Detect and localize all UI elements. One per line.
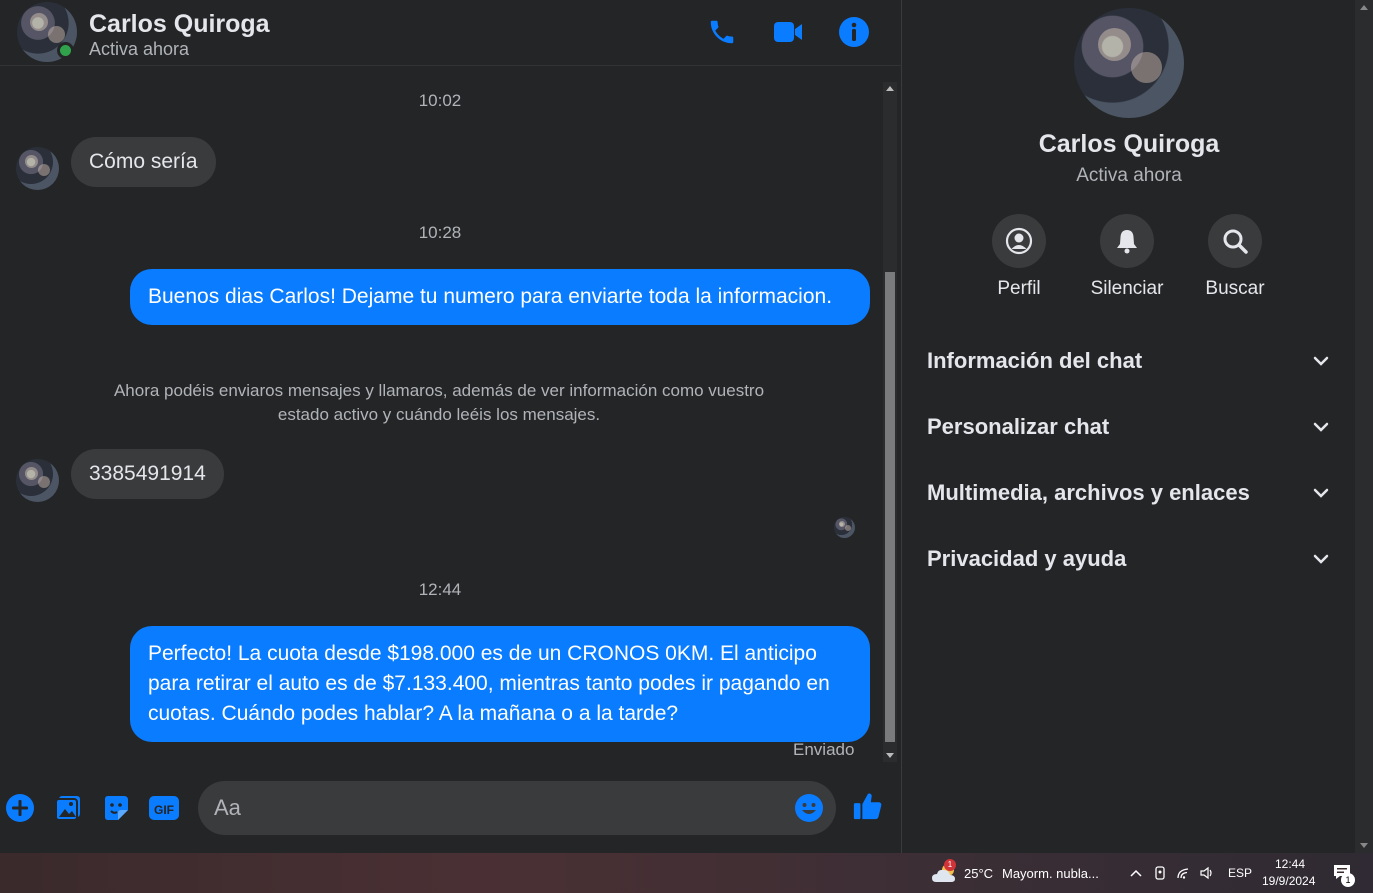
sent-status: Enviado (793, 740, 855, 759)
profile-status: Activa ahora (1076, 165, 1182, 186)
section-customize-chat[interactable]: Personalizar chat (927, 407, 1331, 447)
outgoing-message[interactable]: Buenos dias Carlos! Dejame tu numero par… (130, 269, 870, 325)
scroll-down-arrow[interactable] (886, 753, 894, 758)
add-icon[interactable] (4, 792, 36, 824)
chat-header: Carlos Quiroga Activa ahora (0, 0, 902, 66)
wifi-icon[interactable] (1176, 865, 1192, 881)
profile-avatar[interactable] (1074, 8, 1184, 118)
timestamp: 10:02 (418, 91, 462, 110)
window-scrollbar[interactable] (1355, 0, 1373, 853)
bell-icon[interactable] (1100, 214, 1154, 268)
section-chat-info[interactable]: Información del chat (927, 341, 1331, 381)
photo-icon[interactable] (52, 792, 84, 824)
sender-avatar (16, 147, 59, 190)
search-action-label: Buscar (1205, 278, 1265, 299)
conversation-details-panel: Carlos Quiroga Activa ahora Perfil Silen… (903, 0, 1355, 853)
profile-name: Carlos Quiroga (1038, 130, 1220, 158)
volume-icon[interactable] (1199, 865, 1215, 881)
messenger-window: Carlos Quiroga Activa ahora 10:02 Cómo s… (0, 0, 1373, 853)
mute-action-label: Silenciar (1090, 278, 1164, 299)
chevron-down-icon (1313, 422, 1329, 432)
message-input[interactable] (214, 781, 774, 835)
message-list: 10:02 Cómo sería 10:28 Buenos dias Carlo… (0, 80, 880, 765)
incoming-message[interactable]: Cómo sería (71, 137, 216, 187)
weather-badge: 1 (944, 859, 956, 871)
clock-date[interactable]: 19/9/2024 (1262, 874, 1315, 888)
window-scroll-up-arrow[interactable] (1360, 5, 1368, 10)
window-scroll-down-arrow[interactable] (1360, 843, 1368, 848)
timestamp: 12:44 (418, 580, 462, 599)
chevron-down-icon (1313, 554, 1329, 564)
section-label: Privacidad y ayuda (927, 546, 1127, 571)
scroll-up-arrow[interactable] (886, 86, 894, 91)
chat-scrollbar[interactable] (883, 82, 897, 762)
incoming-message[interactable]: 3385491914 (71, 449, 224, 499)
profile-action-label: Perfil (997, 278, 1041, 299)
input-language[interactable]: ESP (1228, 866, 1252, 880)
svg-text:GIF: GIF (154, 803, 174, 817)
chevron-up-icon[interactable] (1128, 865, 1144, 881)
mute-action[interactable]: Silenciar (1079, 214, 1175, 300)
chevron-down-icon (1313, 488, 1329, 498)
phone-icon[interactable] (704, 14, 740, 50)
timestamp: 10:28 (418, 223, 462, 242)
contact-name[interactable]: Carlos Quiroga (89, 10, 270, 39)
contact-status: Activa ahora (89, 39, 190, 59)
profile-icon[interactable] (992, 214, 1046, 268)
temperature[interactable]: 25°C (964, 866, 993, 881)
weather-text[interactable]: Mayorm. nubla... (1002, 866, 1099, 881)
section-privacy-help[interactable]: Privacidad y ayuda (927, 539, 1331, 579)
system-note: Ahora podéis enviaros mensajes y llamaro… (113, 381, 765, 424)
profile-action[interactable]: Perfil (971, 214, 1067, 300)
chevron-down-icon (1313, 356, 1329, 366)
notification-count: 1 (1341, 873, 1355, 887)
clock-time[interactable]: 12:44 (1275, 857, 1305, 871)
composer: GIF (0, 770, 902, 845)
emoji-icon[interactable] (794, 793, 824, 823)
message-input-wrapper (198, 781, 836, 835)
chat-column: Carlos Quiroga Activa ahora 10:02 Cómo s… (0, 0, 902, 853)
online-indicator (57, 42, 74, 59)
search-action[interactable]: Buscar (1187, 214, 1283, 300)
seen-avatar (834, 517, 855, 538)
gif-icon[interactable]: GIF (148, 792, 180, 824)
scroll-thumb[interactable] (885, 272, 895, 742)
info-icon[interactable] (836, 14, 872, 50)
like-icon[interactable] (852, 790, 884, 822)
search-icon[interactable] (1208, 214, 1262, 268)
sender-avatar (16, 459, 59, 502)
section-label: Personalizar chat (927, 414, 1110, 439)
section-media-files-links[interactable]: Multimedia, archivos y enlaces (927, 473, 1331, 513)
meet-now-icon[interactable] (1152, 865, 1168, 881)
video-call-icon[interactable] (770, 14, 806, 50)
section-label: Multimedia, archivos y enlaces (927, 480, 1250, 505)
outgoing-message[interactable]: Perfecto! La cuota desde $198.000 es de … (130, 626, 870, 742)
sticker-icon[interactable] (100, 792, 132, 824)
windows-taskbar: 1 25°C Mayorm. nubla... ESP 12:44 19/9/2… (0, 853, 1373, 893)
section-label: Información del chat (927, 348, 1143, 373)
